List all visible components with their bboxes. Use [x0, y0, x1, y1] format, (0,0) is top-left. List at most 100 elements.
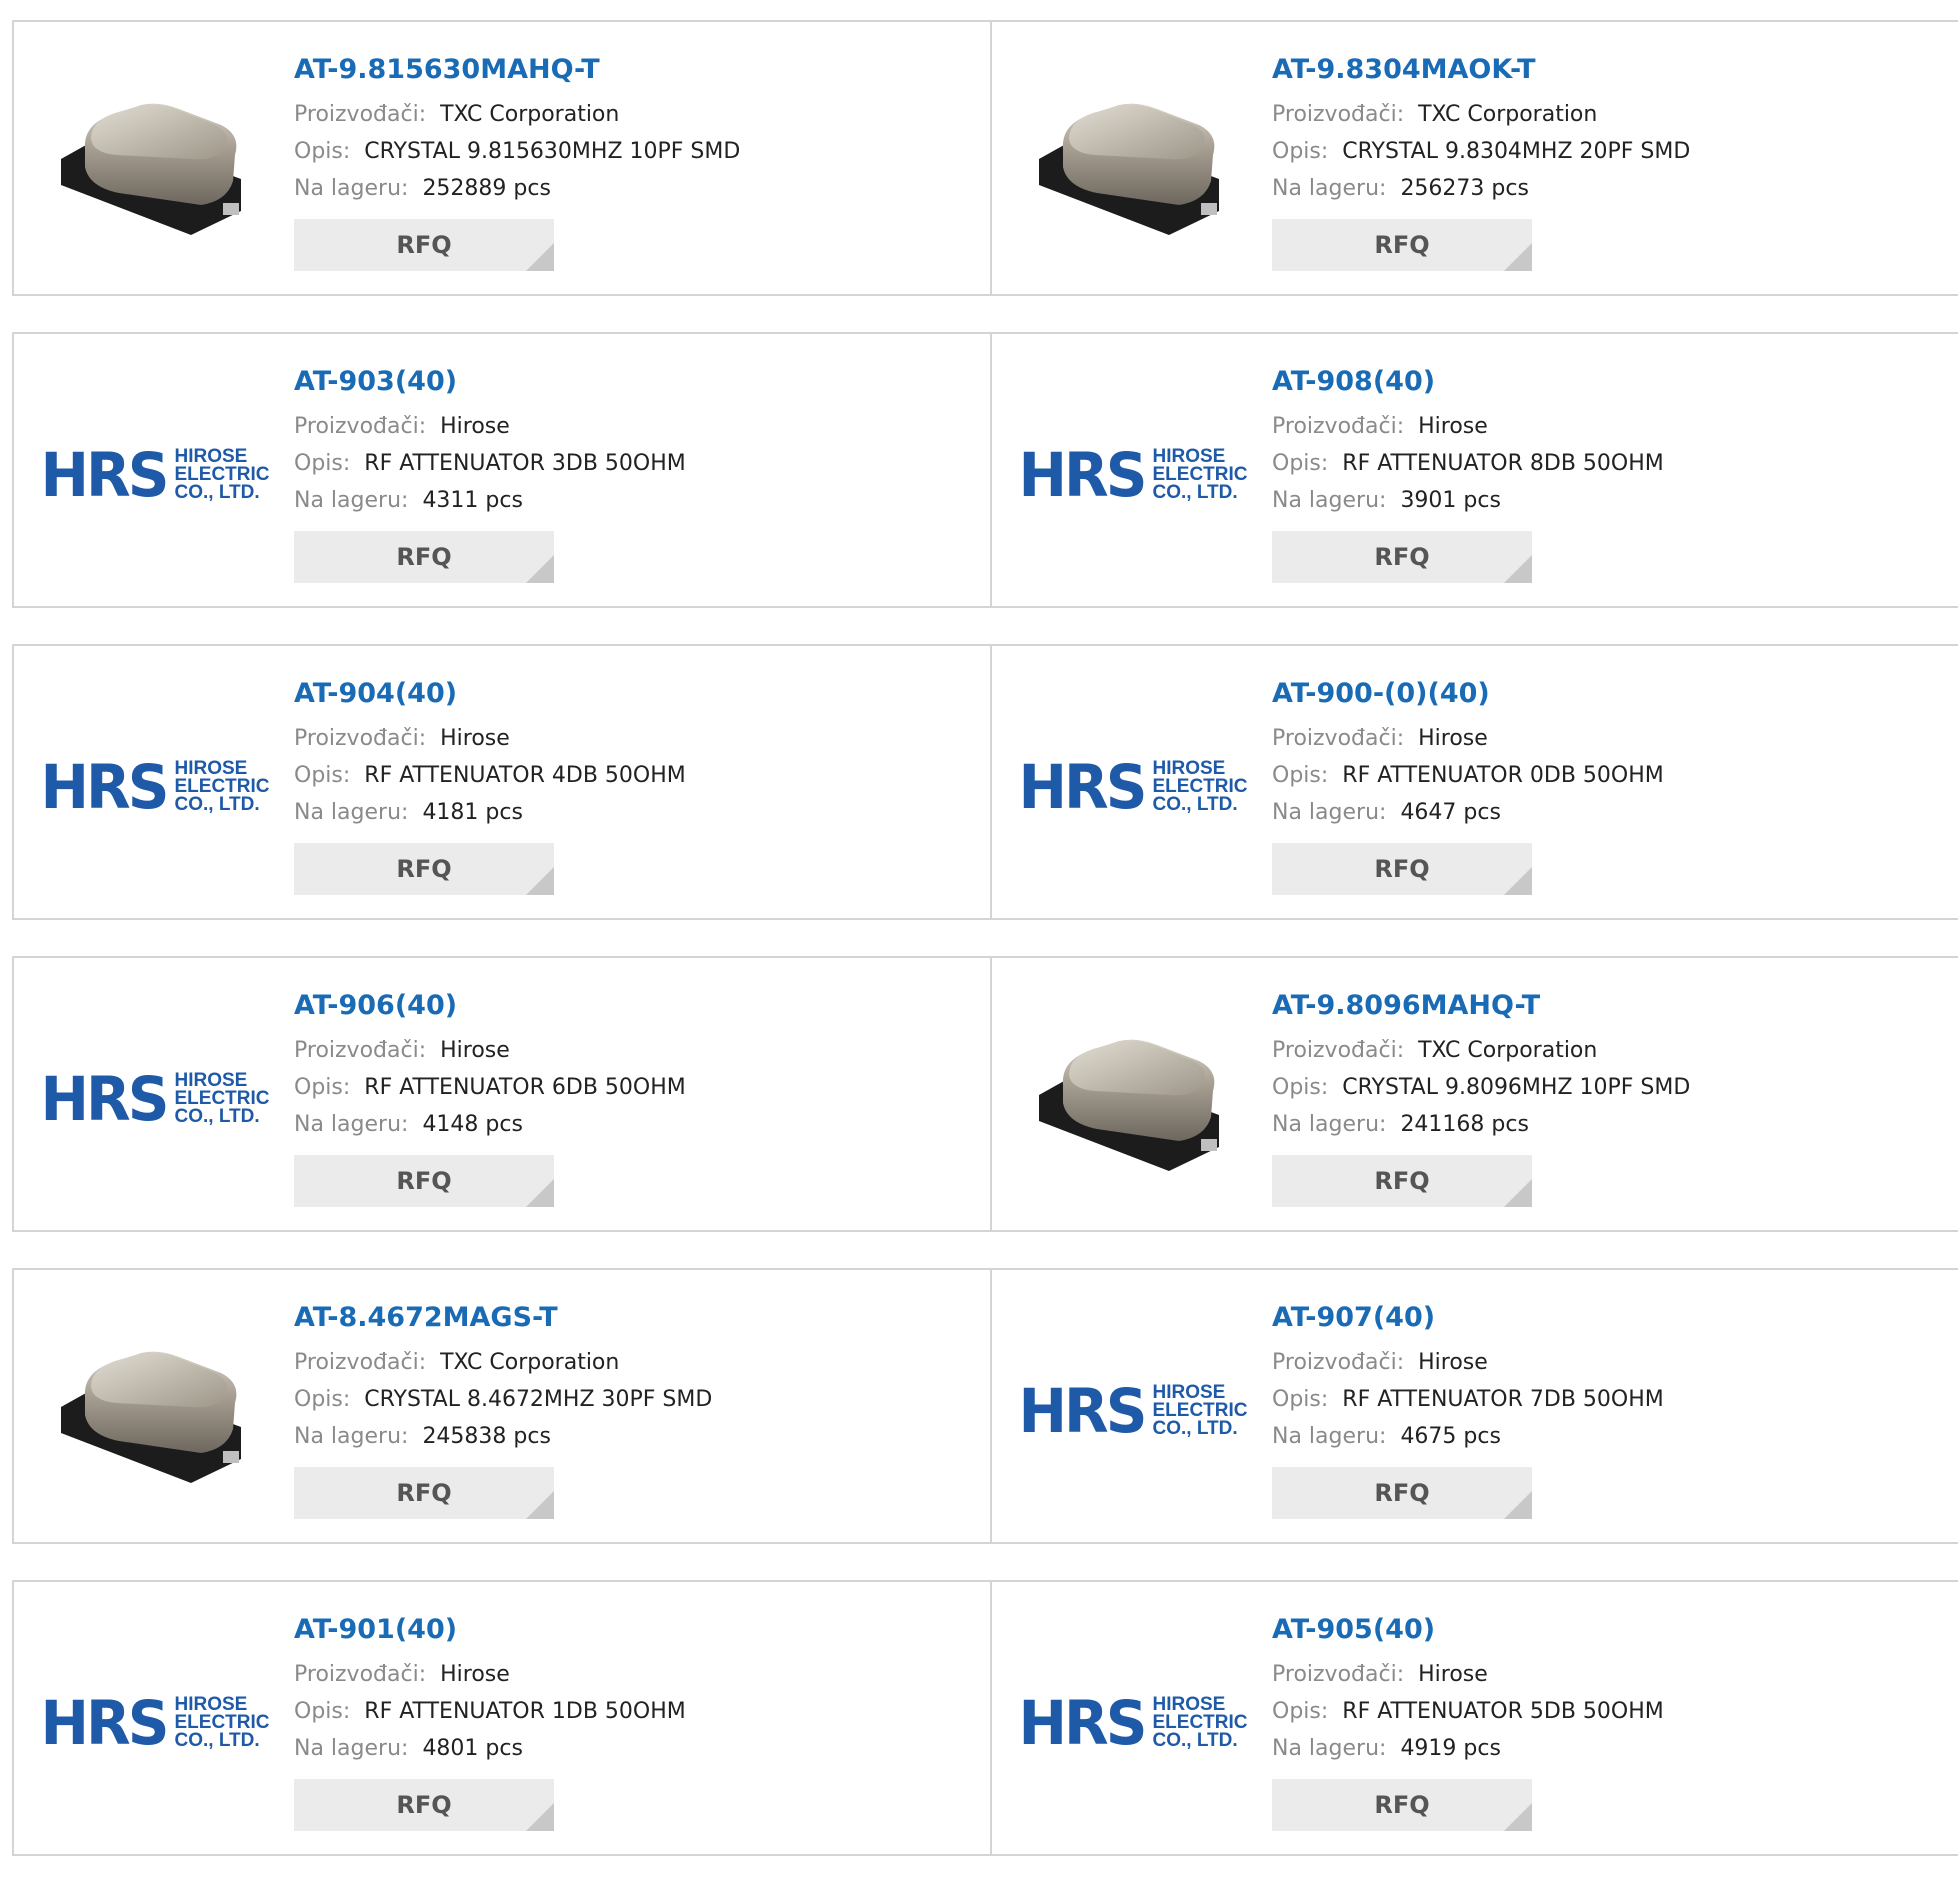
- manufacturer-value: Hirose: [440, 1038, 510, 1063]
- product-image[interactable]: [1032, 998, 1234, 1200]
- description-line: Opis: RF ATTENUATOR 1DB 50OHM: [294, 1693, 980, 1730]
- manufacturer-label: Proizvođači:: [1272, 1662, 1405, 1687]
- rfq-button[interactable]: RFQ: [1272, 219, 1532, 271]
- rfq-button[interactable]: RFQ: [1272, 1467, 1532, 1519]
- product-image[interactable]: HRS HIROSE ELECTRIC CO., LTD.: [41, 686, 270, 888]
- rfq-button[interactable]: RFQ: [294, 843, 554, 895]
- corner-triangle-icon: [526, 867, 554, 895]
- stock-label: Na lageru:: [294, 800, 409, 825]
- description-line: Opis: RF ATTENUATOR 0DB 50OHM: [1272, 757, 1950, 794]
- stock-label: Na lageru:: [1272, 1424, 1387, 1449]
- product-image[interactable]: HRS HIROSE ELECTRIC CO., LTD.: [1019, 686, 1248, 888]
- corner-triangle-icon: [1504, 1803, 1532, 1831]
- manufacturer-line: Proizvođači: Hirose: [1272, 1344, 1950, 1381]
- product-row: HRS HIROSE ELECTRIC CO., LTD. AT-903(40)…: [12, 332, 1958, 608]
- part-number-link[interactable]: AT-906(40): [294, 988, 980, 1024]
- description-value: RF ATTENUATOR 0DB 50OHM: [1342, 763, 1664, 788]
- part-number-link[interactable]: AT-905(40): [1272, 1612, 1950, 1648]
- rfq-button[interactable]: RFQ: [294, 1467, 554, 1519]
- product-info: AT-900-(0)(40) Proizvođači: Hirose Opis: RF …: [1272, 676, 1950, 895]
- manufacturer-value: Hirose: [440, 414, 510, 439]
- product-info: AT-908(40) Proizvođači: Hirose Opis: RF ATTE…: [1272, 364, 1950, 583]
- description-label: Opis:: [294, 139, 351, 164]
- product-image[interactable]: HRS HIROSE ELECTRIC CO., LTD.: [1019, 1622, 1248, 1824]
- product-image[interactable]: [54, 1310, 256, 1512]
- product-info: AT-9.8096MAHQ-T Proizvođači: TXC Corporati…: [1272, 988, 1950, 1207]
- part-number-link[interactable]: AT-9.8304MAOK-T: [1272, 52, 1950, 88]
- stock-label: Na lageru:: [294, 1112, 409, 1137]
- part-number-link[interactable]: AT-900-(0)(40): [1272, 676, 1950, 712]
- stock-label: Na lageru:: [294, 488, 409, 513]
- product-image[interactable]: [54, 62, 256, 264]
- stock-line: Na lageru: 252889 pcs: [294, 170, 980, 207]
- stock-line: Na lageru: 241168 pcs: [1272, 1106, 1950, 1143]
- description-line: Opis: RF ATTENUATOR 8DB 50OHM: [1272, 445, 1950, 482]
- rfq-button[interactable]: RFQ: [1272, 531, 1532, 583]
- manufacturer-line: Proizvođači: Hirose: [1272, 1656, 1950, 1693]
- manufacturer-line: Proizvođači: Hirose: [1272, 408, 1950, 445]
- part-number-link[interactable]: AT-9.8096MAHQ-T: [1272, 988, 1950, 1024]
- stock-line: Na lageru: 4181 pcs: [294, 794, 980, 831]
- description-value: RF ATTENUATOR 4DB 50OHM: [364, 763, 686, 788]
- rfq-button-label: RFQ: [1374, 1479, 1430, 1507]
- stock-label: Na lageru:: [1272, 800, 1387, 825]
- product-info: AT-8.4672MAGS-T Proizvođači: TXC Corporati…: [294, 1300, 980, 1519]
- hirose-logo: HRS HIROSE ELECTRIC CO., LTD.: [40, 439, 270, 511]
- product-image[interactable]: HRS HIROSE ELECTRIC CO., LTD.: [41, 1622, 270, 1824]
- part-number-link[interactable]: AT-908(40): [1272, 364, 1950, 400]
- rfq-button-label: RFQ: [396, 1167, 452, 1195]
- rfq-button[interactable]: RFQ: [294, 531, 554, 583]
- rfq-button[interactable]: RFQ: [1272, 843, 1532, 895]
- product-info: AT-901(40) Proizvođači: Hirose Opis: RF ATTE…: [294, 1612, 980, 1831]
- product-info: AT-904(40) Proizvođači: Hirose Opis: RF ATTE…: [294, 676, 980, 895]
- product-image[interactable]: HRS HIROSE ELECTRIC CO., LTD.: [41, 998, 270, 1200]
- rfq-button-label: RFQ: [396, 543, 452, 571]
- part-number-link[interactable]: AT-8.4672MAGS-T: [294, 1300, 980, 1336]
- product-row: HRS HIROSE ELECTRIC CO., LTD. AT-906(40)…: [12, 956, 1958, 1232]
- description-value: CRYSTAL 9.8304MHZ 20PF SMD: [1342, 139, 1691, 164]
- hirose-logo: HRS HIROSE ELECTRIC CO., LTD.: [40, 1687, 270, 1759]
- product-image[interactable]: HRS HIROSE ELECTRIC CO., LTD.: [1019, 1310, 1248, 1512]
- rfq-button[interactable]: RFQ: [294, 1779, 554, 1831]
- description-line: Opis: RF ATTENUATOR 4DB 50OHM: [294, 757, 980, 794]
- stock-line: Na lageru: 256273 pcs: [1272, 170, 1950, 207]
- part-number-link[interactable]: AT-901(40): [294, 1612, 980, 1648]
- corner-triangle-icon: [526, 243, 554, 271]
- product-card: HRS HIROSE ELECTRIC CO., LTD. AT-907(40)…: [992, 1270, 1958, 1542]
- manufacturer-label: Proizvođači:: [1272, 1038, 1405, 1063]
- corner-triangle-icon: [1504, 1179, 1532, 1207]
- hirose-logo: HRS HIROSE ELECTRIC CO., LTD.: [1018, 1687, 1248, 1759]
- manufacturer-label: Proizvođači:: [294, 1662, 427, 1687]
- stock-value: 4647 pcs: [1400, 800, 1501, 825]
- stock-label: Na lageru:: [1272, 176, 1387, 201]
- part-number-link[interactable]: AT-903(40): [294, 364, 980, 400]
- stock-line: Na lageru: 245838 pcs: [294, 1418, 980, 1455]
- product-card: HRS HIROSE ELECTRIC CO., LTD. AT-900-(0)…: [992, 646, 1958, 918]
- hirose-logo: HRS HIROSE ELECTRIC CO., LTD.: [40, 1063, 270, 1135]
- rfq-button-label: RFQ: [1374, 855, 1430, 883]
- description-value: RF ATTENUATOR 8DB 50OHM: [1342, 451, 1664, 476]
- description-label: Opis:: [1272, 763, 1329, 788]
- description-line: Opis: RF ATTENUATOR 5DB 50OHM: [1272, 1693, 1950, 1730]
- description-value: CRYSTAL 9.815630MHZ 10PF SMD: [364, 139, 741, 164]
- description-label: Opis:: [1272, 451, 1329, 476]
- corner-triangle-icon: [526, 1179, 554, 1207]
- manufacturer-value: TXC Corporation: [440, 102, 620, 127]
- rfq-button[interactable]: RFQ: [1272, 1779, 1532, 1831]
- product-image[interactable]: HRS HIROSE ELECTRIC CO., LTD.: [1019, 374, 1248, 576]
- rfq-button[interactable]: RFQ: [1272, 1155, 1532, 1207]
- manufacturer-value: TXC Corporation: [1418, 102, 1598, 127]
- product-image[interactable]: [1032, 62, 1234, 264]
- manufacturer-line: Proizvođači: Hirose: [294, 1032, 980, 1069]
- rfq-button[interactable]: RFQ: [294, 1155, 554, 1207]
- product-image[interactable]: HRS HIROSE ELECTRIC CO., LTD.: [41, 374, 270, 576]
- part-number-link[interactable]: AT-904(40): [294, 676, 980, 712]
- rfq-button-label: RFQ: [1374, 231, 1430, 259]
- part-number-link[interactable]: AT-907(40): [1272, 1300, 1950, 1336]
- description-line: Opis: RF ATTENUATOR 7DB 50OHM: [1272, 1381, 1950, 1418]
- corner-triangle-icon: [1504, 555, 1532, 583]
- rfq-button[interactable]: RFQ: [294, 219, 554, 271]
- stock-label: Na lageru:: [294, 1736, 409, 1761]
- description-line: Opis: CRYSTAL 9.8096MHZ 10PF SMD: [1272, 1069, 1950, 1106]
- part-number-link[interactable]: AT-9.815630MAHQ-T: [294, 52, 980, 88]
